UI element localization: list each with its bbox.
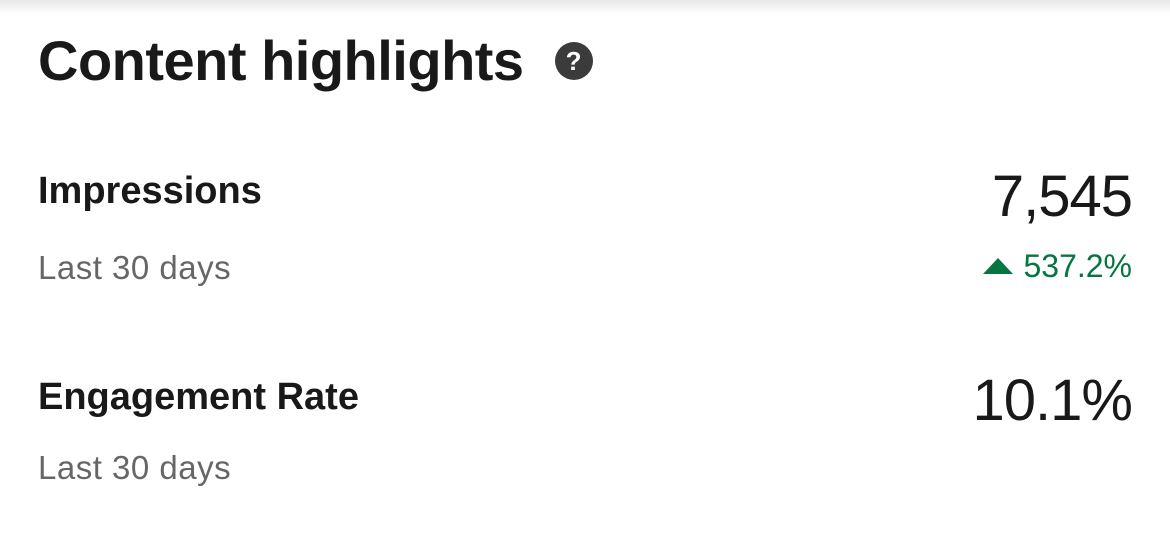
question-circle-icon[interactable]: ? xyxy=(554,42,593,80)
metric-period: Last 30 days xyxy=(38,249,232,286)
metric-change-value: 537.2% xyxy=(1023,248,1132,284)
card-title: Content highlights xyxy=(38,29,524,92)
triangle-up-icon xyxy=(983,258,1014,274)
metric-value: 10.1% xyxy=(972,368,1133,433)
content-highlights-card: Content highlights ? Impressions Last 30… xyxy=(0,0,1170,539)
metric-value: 7,545 xyxy=(991,164,1133,229)
metric-impressions[interactable]: Impressions Last 30 days 7,545 537.2% xyxy=(38,164,1133,288)
top-shadow-divider xyxy=(0,0,1170,14)
metric-label: Engagement Rate xyxy=(38,376,359,418)
metric-label: Impressions xyxy=(38,170,262,212)
metric-period: Last 30 days xyxy=(38,449,232,486)
card-header: Content highlights ? xyxy=(38,26,593,96)
metric-engagement-rate[interactable]: Engagement Rate Last 30 days 10.1% xyxy=(38,368,1133,492)
metric-change: 537.2% xyxy=(983,250,1132,282)
